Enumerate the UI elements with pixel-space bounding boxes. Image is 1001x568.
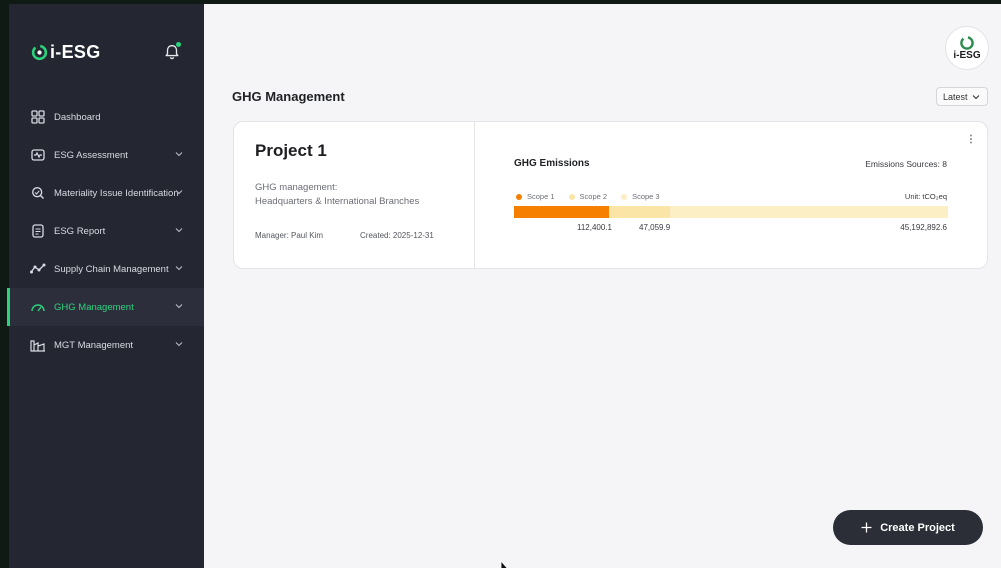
chevron-down-icon [972, 94, 979, 99]
main-content: i-ESG GHG Management Latest Project 1 GH… [204, 4, 1001, 568]
more-options-icon[interactable] [969, 134, 973, 144]
page-title: GHG Management [232, 89, 345, 104]
project-description-line: Headquarters & International Branches [255, 196, 420, 207]
chevron-down-icon[interactable] [175, 188, 183, 196]
sidebar-item-esg-assessment[interactable]: ESG Assessment [9, 136, 204, 174]
project-card[interactable]: Project 1 GHG management: Headquarters &… [233, 121, 988, 269]
project-description: GHG management: Headquarters & Internati… [255, 181, 465, 209]
legend-item-scope-1: Scope 1 [516, 192, 555, 201]
emissions-title: GHG Emissions [514, 158, 590, 169]
sort-select-value: Latest [943, 91, 968, 102]
sidebar-menu: Dashboard ESG Assessment Materiality Iss… [7, 98, 204, 364]
logo-text: i-ESG [50, 42, 101, 62]
plus-icon [861, 522, 872, 533]
legend-dot [568, 193, 575, 200]
chevron-down-icon[interactable] [175, 226, 183, 234]
scope-3-value: 45,192,892.6 [900, 223, 947, 232]
legend-label: Scope 1 [527, 192, 555, 201]
logo-icon [31, 44, 48, 61]
gauge-icon [30, 299, 46, 315]
factory-icon [30, 337, 46, 353]
sidebar-item-label: ESG Report [54, 225, 106, 237]
emissions-unit: Unit: tCO₂eq [904, 192, 947, 201]
sidebar-item-label: Materiality Issue Identification [54, 187, 179, 199]
legend-item-scope-2: Scope 2 [568, 192, 608, 201]
bar-segment-scope-3 [670, 206, 948, 218]
chevron-down-icon[interactable] [175, 302, 183, 310]
legend-item-scope-3: Scope 3 [621, 192, 660, 201]
magnifier-icon [30, 185, 46, 201]
notification-dot [176, 42, 181, 47]
chevron-down-icon[interactable] [175, 264, 183, 272]
sidebar-item-label: GHG Management [54, 301, 134, 313]
sidebar-item-label: Supply Chain Management [54, 263, 169, 275]
sidebar-item-esg-report[interactable]: ESG Report [9, 212, 204, 250]
scope-2-value: 47,059.9 [639, 223, 671, 232]
sidebar-item-materiality[interactable]: Materiality Issue Identification [9, 174, 204, 212]
project-description-line: GHG management: [255, 182, 338, 193]
legend-dot [516, 193, 522, 200]
legend-label: Scope 2 [579, 192, 608, 201]
sidebar-item-mgt-management[interactable]: MGT Management [9, 326, 204, 364]
project-title: Project 1 [255, 141, 327, 160]
emissions-legend: Scope 1 Scope 2 Scope 3 [516, 192, 660, 201]
create-project-button[interactable]: Create Project [833, 510, 983, 545]
sidebar-item-dashboard[interactable]: Dashboard [9, 98, 204, 136]
grid-icon [30, 109, 46, 125]
sort-select[interactable]: Latest [936, 87, 988, 106]
legend-dot [621, 193, 628, 200]
emissions-sources: Emissions Sources: 8 [865, 159, 947, 169]
chevron-down-icon[interactable] [175, 150, 183, 158]
chevron-down-icon[interactable] [175, 340, 183, 348]
project-manager: Manager: Paul Kim [255, 231, 324, 240]
sidebar-item-ghg-management[interactable]: GHG Management [7, 288, 204, 326]
mouse-cursor-icon [500, 560, 508, 568]
legend-label: Scope 3 [632, 192, 660, 201]
pulse-icon [30, 147, 46, 163]
scope-1-value: 112,400.1 [577, 223, 612, 232]
create-project-label: Create Project [880, 521, 955, 534]
bar-segment-scope-1 [514, 206, 610, 218]
sidebar-item-label: MGT Management [54, 339, 134, 351]
project-info: Project 1 GHG management: Headquarters &… [234, 122, 475, 268]
sidebar-item-supply-chain[interactable]: Supply Chain Management [9, 250, 204, 288]
avatar-text: i-ESG [953, 50, 981, 61]
sidebar-item-label: ESG Assessment [54, 149, 128, 161]
logo-icon [960, 36, 974, 50]
emissions-stacked-bar [514, 206, 948, 218]
sidebar-item-label: Dashboard [54, 111, 101, 123]
logo[interactable]: i-ESG [31, 42, 101, 63]
avatar[interactable]: i-ESG [945, 26, 989, 70]
chain-graph-icon [30, 261, 46, 277]
bar-segment-scope-2 [609, 206, 671, 218]
project-created-date: Created: 2025-12-31 [360, 231, 434, 240]
sidebar: i-ESG Dashboard ESG Assessment Materiali… [7, 4, 204, 568]
document-icon [30, 223, 46, 239]
